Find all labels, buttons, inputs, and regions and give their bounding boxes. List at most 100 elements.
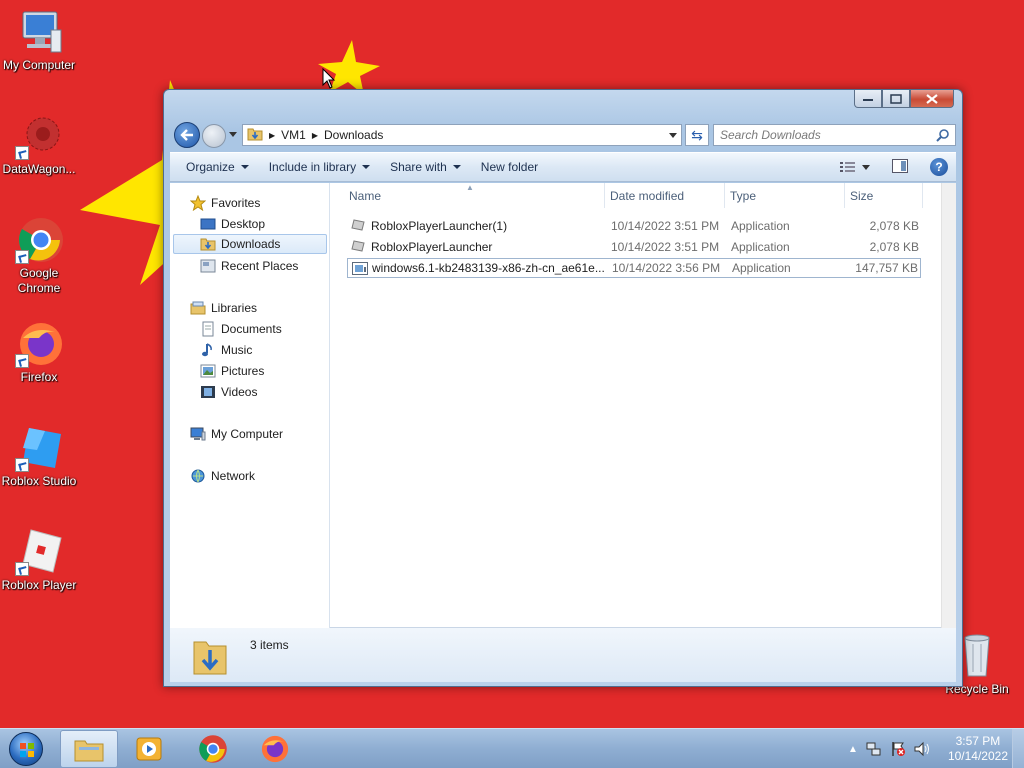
vertical-scrollbar[interactable] <box>941 183 956 628</box>
datawagon-icon <box>15 112 63 160</box>
nav-documents[interactable]: Documents <box>200 319 282 339</box>
minimize-button[interactable] <box>854 90 882 108</box>
desktop-icon-firefox[interactable]: Firefox <box>0 320 78 385</box>
address-dropdown-icon[interactable] <box>669 133 677 138</box>
search-box[interactable] <box>713 124 956 146</box>
new-folder-button[interactable]: New folder <box>471 152 548 182</box>
taskbar-media-player[interactable] <box>120 730 178 768</box>
address-bar[interactable]: ▶ VM1 ▶ Downloads <box>242 124 682 146</box>
nav-recent-places[interactable]: Recent Places <box>200 256 298 276</box>
recent-pages-dropdown[interactable] <box>229 132 237 137</box>
action-center-flag-icon[interactable] <box>890 741 906 757</box>
show-desktop-button[interactable] <box>1012 729 1024 768</box>
view-controls: ? <box>840 158 948 176</box>
desktop-icon-label: Google Chrome <box>17 266 61 295</box>
maximize-button[interactable] <box>882 90 910 108</box>
show-hidden-icons-icon[interactable]: ▲ <box>848 744 858 755</box>
desktop-icon-label: My Computer <box>2 58 76 72</box>
nav-favorites[interactable]: Favorites <box>189 193 261 213</box>
desktop-icon-chrome[interactable]: Google Chrome <box>0 216 78 296</box>
desktop-icon-roblox-player[interactable]: Roblox Player <box>0 528 78 593</box>
preview-pane-icon <box>892 158 908 173</box>
file-row-selected[interactable]: windows6.1-kb2483139-x86-zh-cn_ae61e... … <box>347 258 921 278</box>
nav-my-computer[interactable]: My Computer <box>190 424 283 444</box>
file-size: 2,078 KB <box>869 219 919 233</box>
nav-desktop[interactable]: Desktop <box>200 214 265 234</box>
application-icon <box>351 219 365 231</box>
breadcrumb-downloads[interactable]: Downloads <box>324 128 383 142</box>
organize-button[interactable]: Organize <box>176 152 259 182</box>
file-row[interactable]: RobloxPlayerLauncher 10/14/2022 3:51 PM … <box>347 237 921 257</box>
search-icon[interactable] <box>936 128 950 145</box>
nav-label: Desktop <box>221 217 266 231</box>
file-type: Application <box>731 240 790 254</box>
desktop-icon-label: Roblox Studio <box>1 474 77 488</box>
explorer-window: ▶ VM1 ▶ Downloads ⇆ Organize Include in … <box>163 89 963 687</box>
preview-pane-button[interactable] <box>892 158 908 176</box>
nav-pictures[interactable]: Pictures <box>200 361 264 381</box>
column-divider[interactable] <box>604 183 605 208</box>
nav-label: Libraries <box>211 301 258 315</box>
column-header-name[interactable]: Name <box>349 189 381 203</box>
star-icon <box>189 194 207 212</box>
help-button[interactable]: ? <box>930 158 948 176</box>
computer-icon <box>15 8 63 56</box>
breadcrumb-vm1[interactable]: VM1 <box>281 128 306 142</box>
taskbar-chrome[interactable] <box>184 730 242 768</box>
chevron-down-icon <box>362 165 371 169</box>
share-with-button[interactable]: Share with <box>380 152 471 182</box>
file-type: Application <box>731 219 790 233</box>
clock[interactable]: 3:57 PM 10/14/2022 <box>948 734 1008 764</box>
column-header-size[interactable]: Size <box>850 189 873 203</box>
nav-downloads[interactable]: Downloads <box>173 234 327 254</box>
file-date: 10/14/2022 3:51 PM <box>611 240 720 254</box>
desktop-icon-label: Firefox <box>20 370 58 384</box>
back-button[interactable] <box>174 122 200 148</box>
column-divider[interactable] <box>844 183 845 208</box>
file-row[interactable]: RobloxPlayerLauncher(1) 10/14/2022 3:51 … <box>347 216 921 236</box>
volume-icon[interactable] <box>914 741 932 757</box>
desktop-icon-label: Roblox Player <box>1 578 77 592</box>
column-header-type[interactable]: Type <box>730 189 756 203</box>
file-name: windows6.1-kb2483139-x86-zh-cn_ae61e... <box>372 261 605 275</box>
taskbar-explorer[interactable] <box>60 730 118 768</box>
nav-music[interactable]: Music <box>200 340 252 360</box>
desktop-icon-my-computer[interactable]: My Computer <box>0 8 78 73</box>
nav-libraries[interactable]: Libraries <box>190 298 257 318</box>
include-in-library-button[interactable]: Include in library <box>259 152 380 182</box>
content-area: Favorites Desktop Downloads Recent Place… <box>170 183 956 628</box>
desktop-icon <box>200 216 216 232</box>
nav-network[interactable]: Network <box>190 466 255 486</box>
shortcut-arrow-icon <box>15 250 29 264</box>
caption-buttons <box>854 90 954 108</box>
file-name: RobloxPlayerLauncher <box>371 240 493 254</box>
column-divider[interactable] <box>922 183 923 208</box>
nav-label: Documents <box>221 322 282 336</box>
column-header-date-modified[interactable]: Date modified <box>610 189 684 203</box>
nav-videos[interactable]: Videos <box>200 382 257 402</box>
breadcrumb-separator-icon[interactable]: ▶ <box>269 131 275 140</box>
forward-button[interactable] <box>202 124 226 148</box>
change-view-button[interactable] <box>840 161 870 173</box>
nav-label: Favorites <box>211 196 261 210</box>
shortcut-arrow-icon <box>15 458 29 472</box>
network-tray-icon[interactable] <box>866 741 882 757</box>
downloads-folder-large-icon <box>192 634 228 679</box>
chrome-icon <box>199 735 227 763</box>
close-button[interactable] <box>910 90 954 108</box>
start-button[interactable] <box>4 729 48 768</box>
network-icon <box>190 468 206 484</box>
desktop-icon-datawagon[interactable]: DataWagon... <box>0 112 78 177</box>
explorer-icon <box>74 740 104 762</box>
chevron-down-icon <box>240 165 249 169</box>
taskbar-firefox[interactable] <box>246 730 304 768</box>
desktop-icon-roblox-studio[interactable]: Roblox Studio <box>0 424 78 489</box>
column-divider[interactable] <box>724 183 725 208</box>
refresh-button[interactable]: ⇆ <box>685 124 709 146</box>
mouse-cursor-icon <box>322 68 336 89</box>
search-input[interactable] <box>714 125 924 145</box>
shortcut-arrow-icon <box>15 562 29 576</box>
navigation-pane: Favorites Desktop Downloads Recent Place… <box>170 183 330 628</box>
breadcrumb-separator-icon[interactable]: ▶ <box>312 131 318 140</box>
file-name: RobloxPlayerLauncher(1) <box>371 219 508 233</box>
